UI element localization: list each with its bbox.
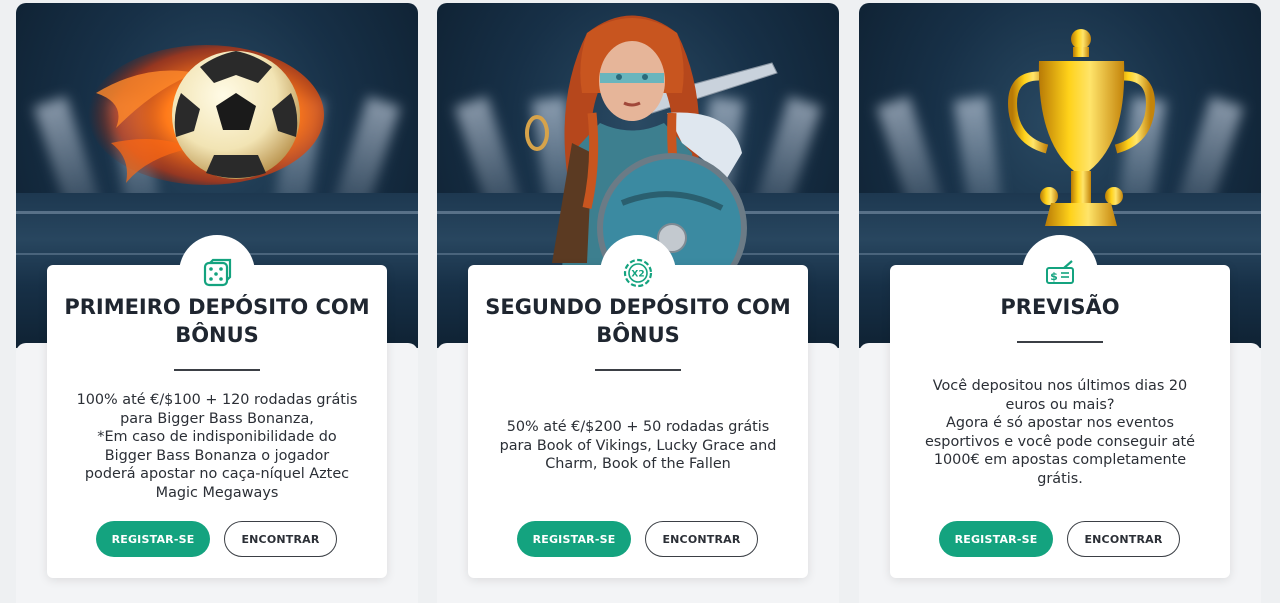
divider xyxy=(174,369,260,371)
dice-icon xyxy=(203,258,232,287)
promo-panel: X2 SEGUNDO DEPÓSITO COM BÔNUS 50% até €/… xyxy=(468,235,808,578)
flaming-soccer-ball-icon xyxy=(88,45,324,185)
viking-warrior-icon xyxy=(525,15,778,268)
x2-multiplier-icon: X2 xyxy=(623,258,653,288)
register-button[interactable]: REGISTAR-SE xyxy=(96,521,210,557)
register-button[interactable]: REGISTAR-SE xyxy=(939,521,1053,557)
promo-card-first-deposit: PRIMEIRO DEPÓSITO COM BÔNUS 100% até €/$… xyxy=(16,3,418,603)
promo-panel: PRIMEIRO DEPÓSITO COM BÔNUS 100% até €/$… xyxy=(47,235,387,578)
svg-text:$: $ xyxy=(1050,270,1058,283)
svg-text:X2: X2 xyxy=(631,270,644,280)
promo-card-second-deposit: X2 SEGUNDO DEPÓSITO COM BÔNUS 50% até €/… xyxy=(437,3,839,603)
promo-description: Você depositou nos últimos dias 20 euros… xyxy=(924,378,1196,487)
find-button[interactable]: ENCONTRAR xyxy=(1067,521,1180,557)
promo-description: 50% até €/$200 + 50 rodadas grátis para … xyxy=(499,419,777,473)
find-button[interactable]: ENCONTRAR xyxy=(645,521,758,557)
promo-title: PRIMEIRO DEPÓSITO COM BÔNUS xyxy=(64,295,370,347)
promo-panel: $ PREVISÃO Você depositou nos últimos di… xyxy=(890,235,1230,578)
register-button[interactable]: REGISTAR-SE xyxy=(517,521,631,557)
money-ticket-icon: $ xyxy=(1046,260,1074,284)
promo-title: SEGUNDO DEPÓSITO COM BÔNUS xyxy=(485,295,791,347)
promo-card-prediction: $ PREVISÃO Você depositou nos últimos di… xyxy=(859,3,1261,603)
promo-title: PREVISÃO xyxy=(1000,295,1120,319)
promo-description: 100% até €/$100 + 120 rodadas grátis par… xyxy=(76,392,358,501)
find-button[interactable]: ENCONTRAR xyxy=(224,521,337,557)
gold-trophy-icon xyxy=(1008,29,1155,226)
divider xyxy=(595,369,681,371)
divider xyxy=(1017,341,1103,343)
